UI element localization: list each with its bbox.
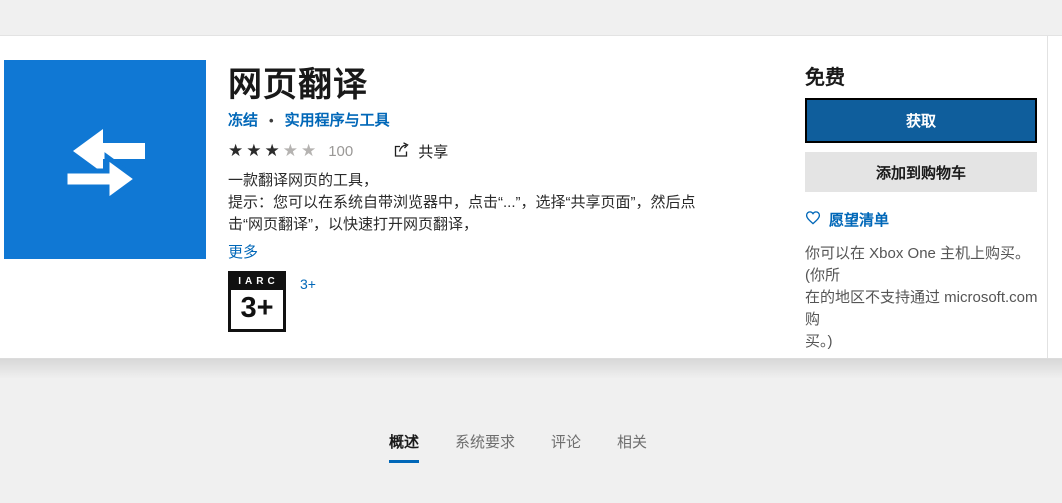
age-rating-org: IARC — [231, 274, 283, 290]
more-link[interactable]: 更多 — [228, 241, 258, 262]
availability-note: 你可以在 Xbox One 主机上购买。(你所 在的地区不支持通过 micros… — [805, 245, 1038, 350]
rating-row: ★★★ ★★ 100 共享 — [228, 141, 448, 161]
stars-empty-icon[interactable]: ★★ — [283, 141, 319, 161]
translate-swap-arrows-icon — [57, 113, 153, 206]
app-meta-row: 冻结 • 实用程序与工具 — [228, 109, 390, 130]
category-link[interactable]: 实用程序与工具 — [285, 112, 390, 129]
top-header-band — [0, 0, 1062, 36]
scrollbar-track[interactable] — [1047, 36, 1048, 358]
app-description: 一款翻译网页的工具， 提示：您可以在系统自带浏览器中，点击“...”，选择“共享… — [228, 172, 696, 233]
rating-count[interactable]: 100 — [328, 143, 353, 160]
get-button[interactable]: 获取 — [805, 98, 1037, 143]
age-rating-badge[interactable]: IARC 3+ — [228, 271, 286, 332]
wishlist-label: 愿望清单 — [829, 212, 890, 229]
price-label: 免费 — [805, 67, 845, 89]
age-rating-link[interactable]: 3+ — [300, 276, 316, 292]
tab-system-requirements[interactable]: 系统要求 — [455, 431, 515, 463]
meta-separator: • — [269, 113, 274, 128]
app-title: 网页翻译 — [228, 66, 368, 104]
share-button[interactable]: 共享 — [393, 141, 448, 162]
share-icon — [393, 141, 410, 162]
app-tile — [4, 60, 206, 259]
wishlist-button[interactable]: 愿望清单 — [805, 209, 889, 230]
publisher-link[interactable]: 冻结 — [228, 112, 258, 129]
share-label: 共享 — [418, 143, 449, 161]
heart-icon — [805, 210, 821, 229]
add-to-cart-button[interactable]: 添加到购物车 — [805, 152, 1037, 192]
tab-bar: 概述 系统要求 评论 相关 — [389, 431, 647, 463]
tab-overview[interactable]: 概述 — [389, 431, 420, 463]
tab-related[interactable]: 相关 — [617, 431, 647, 463]
tab-reviews[interactable]: 评论 — [551, 431, 581, 463]
age-rating-value: 3+ — [240, 292, 274, 324]
stars-filled-icon[interactable]: ★★★ — [228, 141, 283, 161]
